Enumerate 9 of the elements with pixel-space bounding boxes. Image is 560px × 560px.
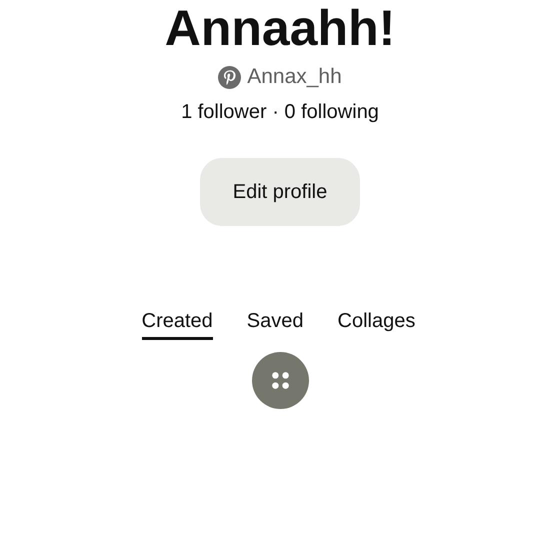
edit-profile-button[interactable]: Edit profile — [200, 158, 360, 226]
logo-icon — [218, 66, 242, 88]
follow-stats: 1 follower · 0 following — [181, 101, 379, 124]
tab[interactable]: Saved — [246, 310, 304, 340]
tab[interactable]: Collages — [338, 310, 416, 340]
profile-name: Annaahh! — [164, 2, 396, 54]
tab[interactable]: Created — [142, 310, 213, 340]
username: Annax_hh — [247, 65, 342, 89]
four-dots-button[interactable] — [252, 352, 308, 409]
